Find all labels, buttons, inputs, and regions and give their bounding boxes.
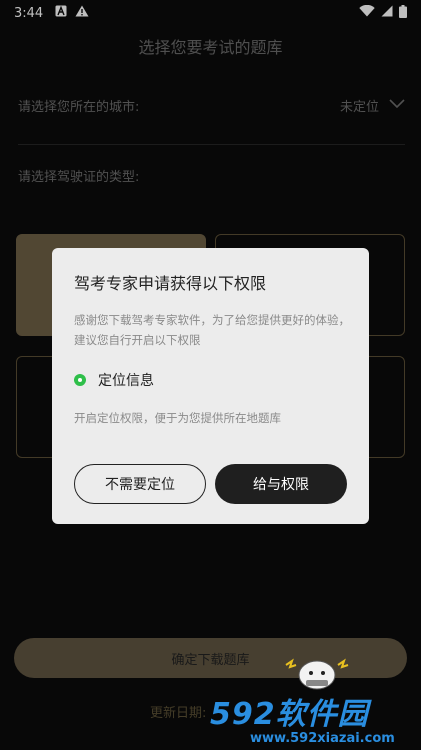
dialog-title: 驾考专家申请获得以下权限 <box>74 274 267 293</box>
watermark-brand: 592软件园 <box>210 697 369 732</box>
deny-location-button[interactable]: 不需要定位 <box>74 464 206 504</box>
permission-dialog: 驾考专家申请获得以下权限 感谢您下载驾考专家软件，为了给您提供更好的体验，建议您… <box>52 248 369 524</box>
watermark-url: www.592xiazai.com <box>250 731 395 746</box>
grant-permission-button[interactable]: 给与权限 <box>215 464 347 504</box>
permission-name: 定位信息 <box>98 373 154 389</box>
permission-description: 开启定位权限，便于为您提供所在地题库 <box>74 411 281 425</box>
permission-item: 定位信息 <box>74 370 154 390</box>
location-dot-icon <box>74 374 86 386</box>
dialog-description: 感谢您下载驾考专家软件，为了给您提供更好的体验，建议您自行开启以下权限 <box>74 313 350 347</box>
watermark: 592软件园 www.592xiazai.com <box>210 655 421 750</box>
